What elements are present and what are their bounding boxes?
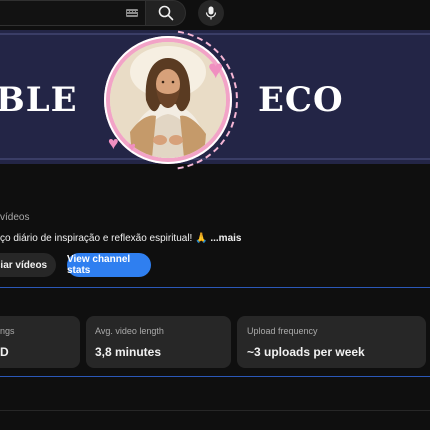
stat-card: Avg. video length 3,8 minutes xyxy=(86,316,231,368)
stat-card: Upload frequency ~3 uploads per week xyxy=(237,316,426,368)
heart-decoration-icon: ♥ xyxy=(208,54,224,84)
view-channel-stats-button[interactable]: View channel stats xyxy=(67,253,151,277)
search-icon xyxy=(158,5,173,21)
keyboard-icon[interactable] xyxy=(126,9,138,17)
heart-decoration-icon: ♥ xyxy=(128,139,136,154)
manage-videos-button[interactable]: ciar vídeos xyxy=(0,253,56,277)
search-button[interactable] xyxy=(146,0,186,26)
channel-description-text: ço diário de inspiração e reflexão espir… xyxy=(0,233,208,244)
video-count: vídeos xyxy=(0,212,30,223)
banner-left-text: BLE xyxy=(0,80,78,120)
stat-value: D xyxy=(0,345,9,359)
banner-stripe-top xyxy=(0,33,430,35)
stat-label: ngs xyxy=(0,326,15,336)
stat-value: ~3 uploads per week xyxy=(247,345,365,359)
section-divider xyxy=(0,410,430,411)
voice-search-button[interactable] xyxy=(198,0,224,26)
more-link[interactable]: ...mais xyxy=(210,233,241,244)
microphone-icon xyxy=(205,6,217,20)
banner-right-text: ECO xyxy=(258,80,344,120)
search-input[interactable] xyxy=(0,0,146,26)
heart-decoration-icon: ♥ xyxy=(108,133,119,153)
stat-value: 3,8 minutes xyxy=(95,345,162,359)
stat-label: Upload frequency xyxy=(247,326,318,336)
channel-description[interactable]: ço diário de inspiração e reflexão espir… xyxy=(0,233,241,244)
stat-label: Avg. video length xyxy=(95,326,164,336)
stat-card: ngs D xyxy=(0,316,80,368)
banner-stripe-bottom xyxy=(0,158,430,160)
